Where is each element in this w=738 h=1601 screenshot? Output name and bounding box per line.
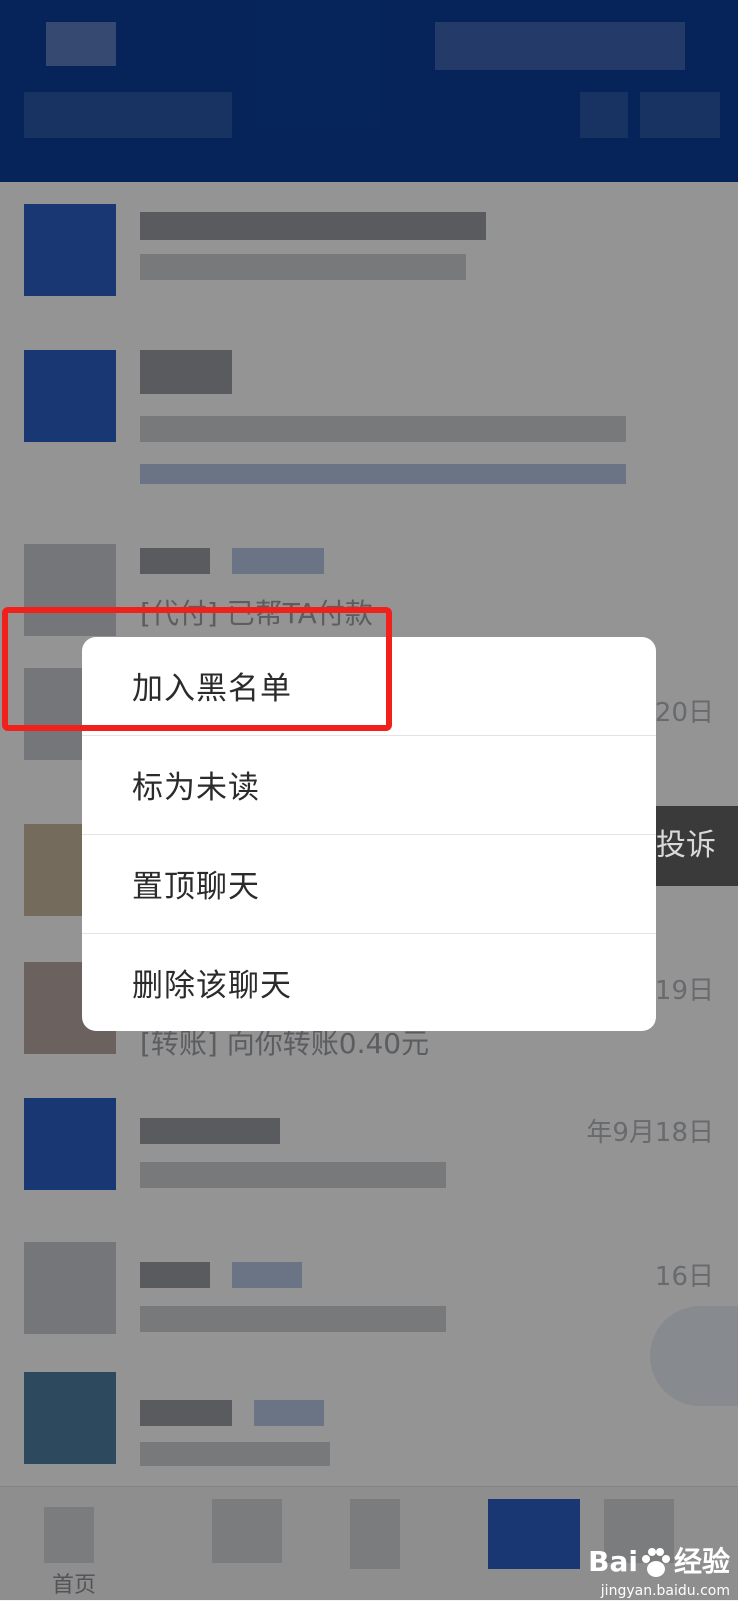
- watermark-brand: Bai: [588, 1545, 638, 1578]
- menu-item-mark-unread[interactable]: 标为未读: [82, 736, 656, 835]
- menu-item-label: 标为未读: [132, 770, 260, 806]
- watermark-url: jingyan.baidu.com: [600, 1583, 730, 1599]
- paw-icon: [641, 1548, 670, 1577]
- menu-item-delete-chat[interactable]: 删除该聊天: [82, 934, 656, 1031]
- watermark-suffix: 经验: [673, 1545, 730, 1578]
- baidu-watermark: Bai 经验 jingyan.baidu.com: [588, 1540, 730, 1599]
- menu-item-pin-chat[interactable]: 置顶聊天: [82, 835, 656, 934]
- report-action-button[interactable]: 投诉: [652, 806, 738, 886]
- menu-item-label: 删除该聊天: [132, 968, 292, 1004]
- menu-item-label: 置顶聊天: [132, 869, 260, 905]
- highlight-annotation: [2, 607, 392, 731]
